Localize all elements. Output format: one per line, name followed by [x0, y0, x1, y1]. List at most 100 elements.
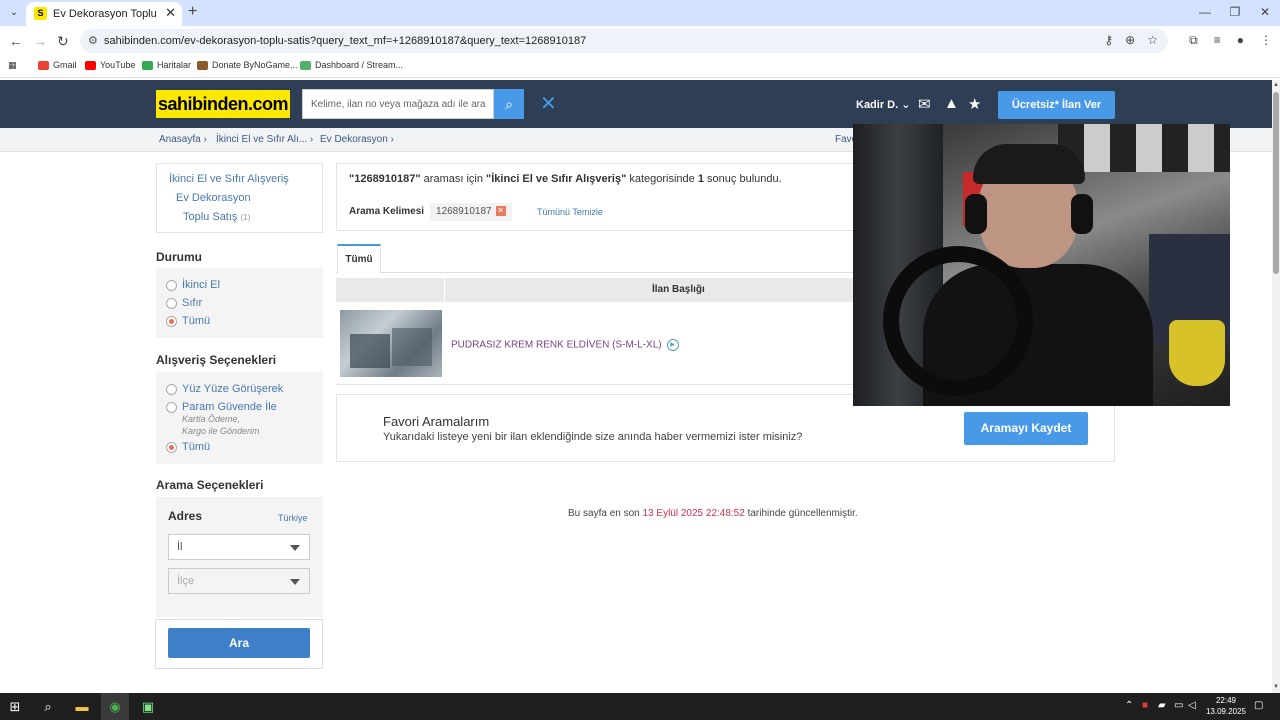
- table-header: İlan Başlığı: [336, 278, 856, 302]
- tab-all[interactable]: Tümü: [337, 244, 381, 273]
- browser-menu-icon[interactable]: ⋮: [1260, 33, 1272, 48]
- condition-title: Durumu: [156, 250, 202, 264]
- site-header: sahibinden.com Kelime, ilan no veya mağa…: [0, 80, 1272, 128]
- address-country[interactable]: Türkiye: [278, 513, 308, 523]
- apps-grid-icon[interactable]: ▦: [8, 60, 17, 71]
- radio-checked-icon: [166, 441, 177, 453]
- tray-app-icon[interactable]: ▰: [1158, 700, 1166, 711]
- caret-down-icon: [290, 579, 300, 585]
- mail-icon[interactable]: ✉: [918, 95, 931, 113]
- scrollbar-thumb[interactable]: [1273, 92, 1279, 274]
- shopping-sub-text: Kartla Ödeme,: [182, 414, 241, 424]
- bookmark-maps[interactable]: Haritalar: [142, 60, 191, 70]
- bookmark-donate[interactable]: Donate ByNoGame...: [197, 60, 298, 70]
- star-icon[interactable]: ★: [968, 95, 981, 113]
- post-ad-button[interactable]: Ücretsiz* İlan Ver: [998, 91, 1115, 119]
- zoom-icon[interactable]: ⊕: [1125, 33, 1135, 47]
- back-icon[interactable]: ←: [9, 32, 23, 50]
- site-info-icon[interactable]: ⚙: [88, 34, 98, 47]
- new-tab-icon[interactable]: +: [188, 3, 197, 21]
- search-button[interactable]: ⌕: [494, 89, 524, 119]
- bookmark-star-icon[interactable]: ☆: [1147, 33, 1158, 47]
- taskbar-clock[interactable]: 22:49 13.09.2025: [1204, 695, 1248, 717]
- tab-search-icon[interactable]: ⌄: [6, 5, 22, 21]
- tray-app-icon[interactable]: ■: [1142, 700, 1148, 711]
- caret-down-icon: [290, 545, 300, 551]
- bookmark-youtube[interactable]: YouTube: [85, 60, 135, 70]
- browser-tab[interactable]: S Ev Dekorasyon Toplu Satış Ürün ✕: [26, 2, 182, 26]
- listing-thumbnail[interactable]: [340, 310, 442, 377]
- district-select[interactable]: İlçe: [168, 568, 310, 594]
- scroll-up-icon[interactable]: ▲: [1273, 82, 1279, 88]
- clear-all-link[interactable]: Tümünü Temizle: [537, 207, 603, 217]
- profile-avatar-icon[interactable]: ●: [1237, 33, 1244, 48]
- network-icon[interactable]: ▭: [1174, 700, 1183, 711]
- clear-search-icon[interactable]: ✕: [540, 93, 557, 115]
- tray-chevron-icon[interactable]: ⌃: [1125, 700, 1133, 711]
- reload-icon[interactable]: ↻: [57, 32, 69, 50]
- tabs-divider: [336, 272, 856, 273]
- breadcrumb-home[interactable]: Anasayfa ›: [159, 134, 207, 145]
- user-menu[interactable]: Kadir D. ⌄: [856, 98, 910, 111]
- chrome-icon[interactable]: ◉: [106, 698, 124, 716]
- close-window-icon[interactable]: ✕: [1250, 0, 1280, 26]
- windows-taskbar: ⊞ ⌕ ▬ ◉ ▣ ⌃ ■ ▰ ▭ ◁ 22:49 13.09.2025 ▢: [0, 693, 1280, 720]
- listing-title[interactable]: PUDRASIZ KREM RENK ELDİVEN (S-M-L-XL) ▶: [451, 339, 679, 351]
- result-text: "1268910187" araması için "İkinci El ve …: [349, 173, 782, 185]
- save-search-button[interactable]: Aramayı Kaydet: [964, 412, 1088, 445]
- shopping-option[interactable]: Tümü: [166, 441, 210, 453]
- volume-icon[interactable]: ◁: [1188, 700, 1196, 711]
- bookmark-gmail[interactable]: Gmail: [38, 60, 77, 70]
- radio-icon: [166, 401, 177, 413]
- category-leaf[interactable]: Toplu Satış (1): [183, 211, 250, 223]
- condition-option[interactable]: Tümü: [166, 315, 210, 327]
- webcam-banner: [1058, 124, 1230, 172]
- notifications-icon[interactable]: ▢: [1254, 700, 1263, 711]
- remove-keyword-icon[interactable]: ✕: [495, 206, 506, 217]
- shopping-option[interactable]: Param Güvende İle: [166, 401, 277, 413]
- file-explorer-icon[interactable]: ▬: [73, 698, 91, 716]
- password-key-icon[interactable]: ⚷: [1104, 33, 1113, 47]
- filter-search-button[interactable]: Ara: [168, 628, 310, 658]
- condition-option[interactable]: Sıfır: [166, 297, 202, 309]
- bookmark-dashboard[interactable]: Dashboard / Stream...: [300, 60, 403, 70]
- search-input[interactable]: Kelime, ilan no veya mağaza adı ile ara: [302, 89, 494, 119]
- column-divider: [444, 278, 445, 302]
- shopping-sub-text: Kargo ile Gönderim: [182, 426, 260, 436]
- webcam-overlay: [853, 124, 1230, 406]
- result-summary: "1268910187" araması için "İkinci El ve …: [336, 163, 856, 231]
- category-child[interactable]: Ev Dekorasyon: [176, 192, 251, 204]
- last-updated-text: Bu sayfa en son 13 Eylül 2025 22:48:52 t…: [568, 508, 858, 519]
- address-bar[interactable]: ⚙ sahibinden.com/ev-dekorasyon-toplu-sat…: [80, 29, 1168, 53]
- city-select[interactable]: İl: [168, 534, 310, 560]
- extensions-icon[interactable]: ⧉: [1189, 33, 1198, 48]
- shopping-option[interactable]: Yüz Yüze Görüşerek: [166, 383, 283, 395]
- minimize-icon[interactable]: —: [1190, 0, 1220, 26]
- chevron-down-icon: ⌄: [901, 99, 911, 111]
- shopping-filter: Yüz Yüze Görüşerek Param Güvende İle Kar…: [156, 372, 323, 464]
- condition-option[interactable]: İkinci El: [166, 279, 220, 291]
- site-logo[interactable]: sahibinden.com: [156, 90, 290, 118]
- maps-icon: [142, 60, 153, 70]
- category-root[interactable]: İkinci El ve Sıfır Alışveriş: [169, 173, 289, 185]
- browser-toolbar: ← → ↻ ⚙ sahibinden.com/ev-dekorasyon-top…: [0, 26, 1280, 56]
- taskbar-search-icon[interactable]: ⌕: [39, 698, 57, 716]
- tab-title: Ev Dekorasyon Toplu Satış Ürün: [53, 8, 158, 20]
- restore-icon[interactable]: ❐: [1220, 0, 1250, 26]
- table-row[interactable]: PUDRASIZ KREM RENK ELDİVEN (S-M-L-XL) ▶: [336, 302, 856, 385]
- streaming-app-icon[interactable]: ▣: [139, 698, 157, 716]
- shopping-title: Alışveriş Seçenekleri: [156, 353, 277, 367]
- breadcrumb-subcategory[interactable]: Ev Dekorasyon ›: [320, 134, 394, 145]
- scroll-down-icon[interactable]: ▼: [1273, 684, 1279, 690]
- search-placeholder: Kelime, ilan no veya mağaza adı ile ara: [311, 99, 486, 110]
- bell-icon[interactable]: ▲: [944, 95, 959, 112]
- start-icon[interactable]: ⊞: [6, 698, 24, 716]
- url-text: sahibinden.com/ev-dekorasyon-toplu-satis…: [104, 35, 587, 47]
- search-icon: ⌕: [505, 96, 513, 112]
- forward-icon[interactable]: →: [33, 32, 47, 50]
- webcam-steering-wheel: [883, 246, 1033, 396]
- play-icon[interactable]: ▶: [666, 339, 679, 351]
- media-icon[interactable]: ≡: [1214, 33, 1221, 48]
- breadcrumb-category[interactable]: İkinci El ve Sıfır Alı... ›: [216, 134, 313, 145]
- tab-close-icon[interactable]: ✕: [165, 6, 176, 20]
